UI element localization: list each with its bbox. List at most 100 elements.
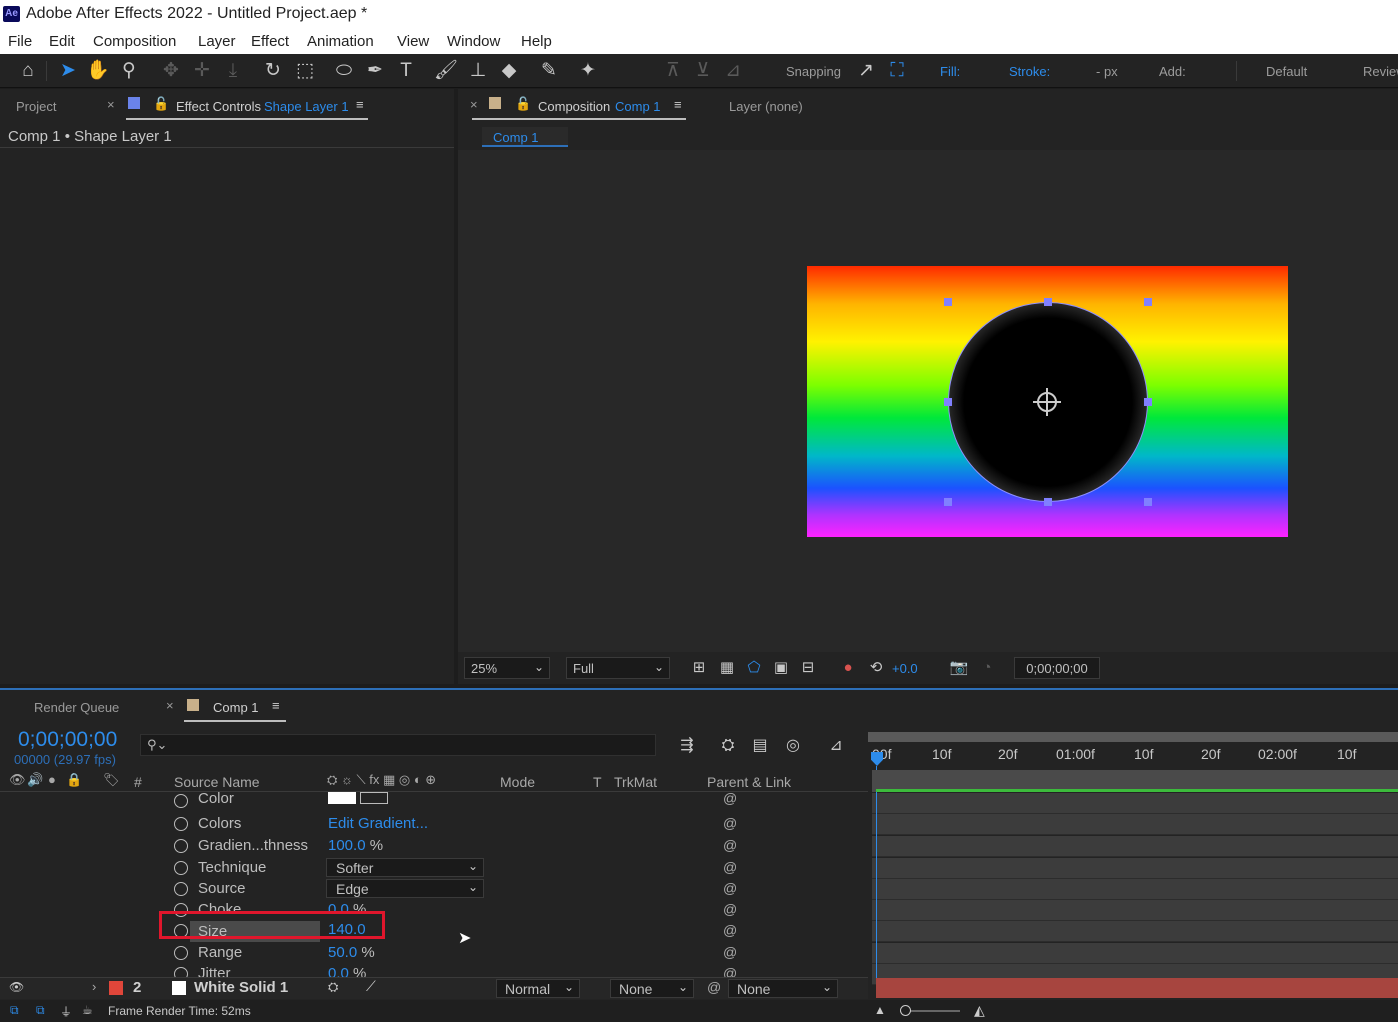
expression-pickwhip-icon[interactable]: @ [723, 922, 737, 938]
eye-icon[interactable]: 👁 [9, 980, 24, 994]
pan-camera-icon[interactable]: ✛ [190, 59, 214, 83]
menu-file[interactable]: File [8, 33, 32, 50]
motion-blur-icon[interactable]: ◎ [781, 734, 805, 758]
video-toggle-icon[interactable]: 👁 [9, 772, 26, 788]
quality-switch-icon[interactable]: ⟋ [366, 978, 376, 995]
work-area-bar[interactable] [868, 732, 1398, 742]
graph-editor-icon[interactable]: ⊿ [824, 734, 848, 758]
menu-animation[interactable]: Animation [307, 33, 374, 50]
pen-tool-icon[interactable]: ✒ [363, 59, 387, 83]
menu-view[interactable]: View [397, 33, 429, 50]
stroke-width-value[interactable]: - px [1096, 64, 1118, 79]
tab-render-queue[interactable]: Render Queue [34, 700, 119, 715]
orbit-camera-icon[interactable]: ✥ [159, 59, 183, 83]
column-mode[interactable]: Mode [500, 774, 535, 790]
reset-exposure-icon[interactable]: ⟲ [864, 656, 888, 680]
color-swatch[interactable] [328, 792, 356, 804]
zoom-slider-thumb[interactable] [900, 1005, 911, 1016]
resolution-dropdown[interactable]: Full ⌄ [566, 657, 670, 679]
technique-dropdown[interactable]: Softer ⌄ [326, 858, 484, 877]
expression-pickwhip-icon[interactable]: @ [723, 880, 737, 896]
tab-composition[interactable]: Composition [538, 99, 610, 114]
menu-window[interactable]: Window [447, 33, 500, 50]
transfer-controls-icon[interactable]: ⧉ [36, 1003, 45, 1018]
shy-switch-icon[interactable]: ⛭ [328, 979, 338, 995]
in-out-icon[interactable]: ⏚ [60, 1003, 72, 1020]
hand-tool-icon[interactable]: ✋ [86, 59, 110, 83]
tab-composition-target[interactable]: Comp 1 [615, 99, 661, 114]
layer-row-white-solid[interactable]: 👁 › 2 White Solid 1 ⛭ ⟋ Normal ⌄ None ⌄ … [0, 977, 868, 999]
menu-layer[interactable]: Layer [198, 33, 236, 50]
channels-icon[interactable]: ● [836, 656, 860, 680]
audio-toggle-icon[interactable]: 🔊 [27, 772, 43, 788]
edit-gradient-link[interactable]: Edit Gradient... [328, 815, 428, 832]
menu-composition[interactable]: Composition [93, 33, 176, 50]
panel-menu-icon[interactable]: ≡ [674, 97, 682, 112]
bounding-handle[interactable] [1144, 398, 1152, 406]
blend-mode-dropdown[interactable]: Normal ⌄ [496, 979, 580, 998]
layer-name[interactable]: White Solid 1 [194, 979, 288, 996]
stopwatch-icon[interactable] [174, 839, 188, 853]
stopwatch-icon[interactable] [174, 817, 188, 831]
transparency-grid-icon[interactable]: ▦ [715, 656, 739, 680]
expression-pickwhip-icon[interactable]: @ [723, 901, 737, 917]
value-number[interactable]: 50.0 [328, 944, 357, 961]
zoom-in-icon[interactable]: ◭ [974, 1002, 985, 1019]
world-axis-icon[interactable]: ⊻ [691, 59, 715, 83]
mask-visibility-icon[interactable]: ⬠ [742, 656, 766, 680]
stopwatch-icon[interactable] [174, 794, 188, 808]
tab-layer[interactable]: Layer (none) [729, 99, 803, 114]
bounding-handle[interactable] [944, 398, 952, 406]
type-tool-icon[interactable]: T [394, 59, 418, 83]
lock-icon[interactable]: 🔓 [153, 96, 169, 112]
expression-pickwhip-icon[interactable]: @ [723, 837, 737, 853]
close-icon[interactable]: × [470, 97, 478, 112]
snap-edges-icon[interactable]: ↗ [854, 59, 878, 83]
close-icon[interactable]: × [166, 698, 174, 713]
expand-arrow-icon[interactable]: › [92, 979, 96, 994]
parent-dropdown[interactable]: None ⌄ [728, 979, 838, 998]
stroke-label[interactable]: Stroke: [1009, 64, 1050, 79]
current-time-display[interactable]: 0;00;00;00 [1014, 657, 1100, 679]
home-icon[interactable]: ⌂ [16, 59, 40, 83]
comp-subtab[interactable]: Comp 1 [482, 127, 568, 147]
bounding-handle[interactable] [1044, 298, 1052, 306]
selection-tool-icon[interactable]: ➤ [56, 59, 80, 83]
snapshot-camera-icon[interactable]: 📷 [947, 656, 971, 680]
menu-edit[interactable]: Edit [49, 33, 75, 50]
label-tag-icon[interactable]: 🏷 [103, 772, 120, 788]
zoom-tool-icon[interactable]: ⚲ [117, 59, 141, 83]
bounding-handle[interactable] [944, 498, 952, 506]
local-axis-icon[interactable]: ⊼ [661, 59, 685, 83]
fill-label[interactable]: Fill: [940, 64, 960, 79]
expression-pickwhip-icon[interactable]: @ [723, 944, 737, 960]
menu-effect[interactable]: Effect [251, 33, 289, 50]
tab-project[interactable]: Project [16, 99, 56, 114]
layer-switches-icon[interactable]: ⧉ [10, 1003, 19, 1018]
source-dropdown[interactable]: Edge ⌄ [326, 879, 484, 898]
layer-search-input[interactable]: ⚲⌄ [140, 734, 656, 756]
panel-menu-icon[interactable]: ≡ [272, 698, 280, 713]
ellipse-tool-icon[interactable]: ⬭ [332, 59, 356, 83]
show-snapshot-icon[interactable]: ◔ [975, 656, 999, 680]
workspace-default[interactable]: Default [1266, 64, 1307, 79]
roto-brush-tool-icon[interactable]: ✎ [537, 59, 561, 83]
panel-menu-icon[interactable]: ≡ [356, 97, 364, 112]
lock-icon[interactable]: 🔓 [515, 96, 531, 112]
fast-previews-icon[interactable]: ⊞ [687, 656, 711, 680]
bounding-handle[interactable] [1144, 498, 1152, 506]
region-of-interest-icon[interactable]: ▣ [769, 656, 793, 680]
layer-duration-bar[interactable] [876, 978, 1398, 998]
grid-guides-icon[interactable]: ⊟ [796, 656, 820, 680]
brush-tool-icon[interactable]: 🖌 [434, 59, 458, 83]
close-icon[interactable]: × [107, 97, 115, 112]
snap-features-icon[interactable]: ⛶ [885, 59, 909, 83]
anchor-point-icon[interactable] [1033, 388, 1061, 416]
expression-pickwhip-icon[interactable]: @ [723, 790, 737, 806]
workspace-review[interactable]: Review [1363, 64, 1398, 79]
bounding-handle[interactable] [1044, 498, 1052, 506]
eyedropper-icon[interactable] [360, 792, 388, 804]
property-value[interactable]: 100.0 % [328, 837, 383, 854]
comp-flowchart-icon[interactable]: ⇶ [675, 734, 699, 758]
lock-icon[interactable]: 🔒 [66, 772, 82, 788]
